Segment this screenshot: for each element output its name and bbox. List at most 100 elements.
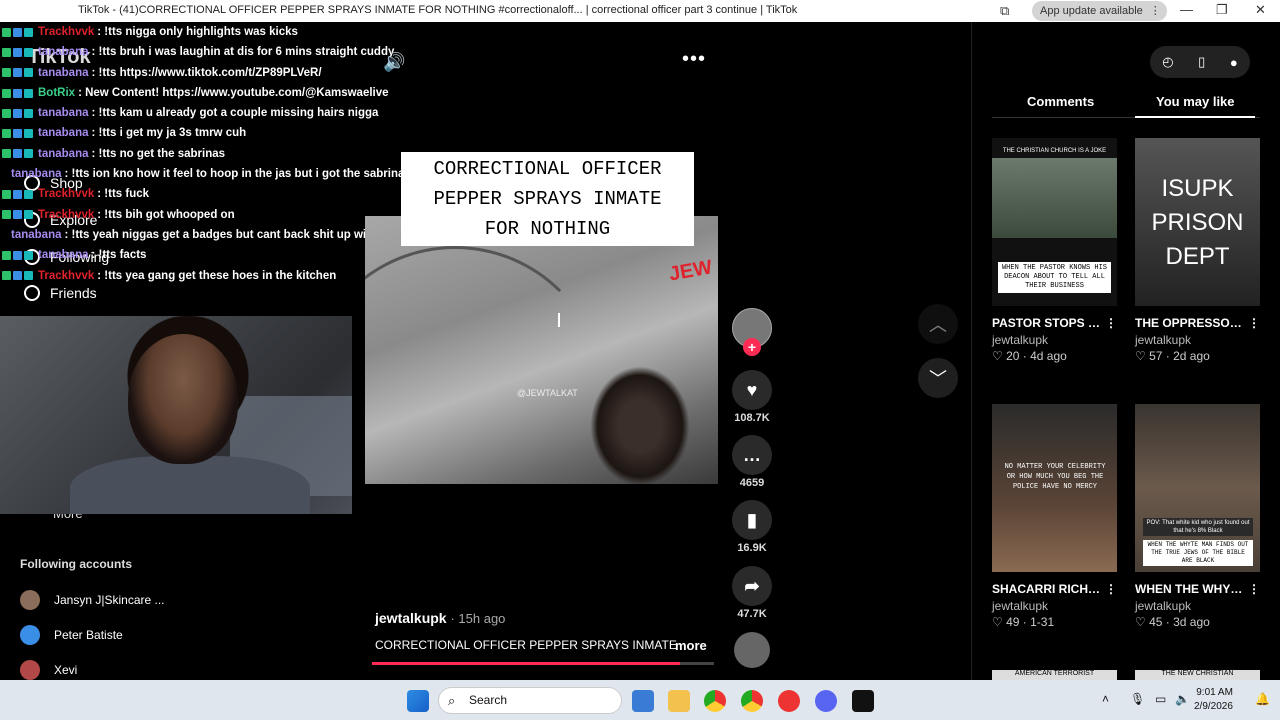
extensions-icon[interactable]: ⧉ bbox=[1000, 3, 1009, 19]
tiktok-taskbar-icon[interactable] bbox=[852, 690, 874, 712]
share-button[interactable]: ➦ 47.7K bbox=[730, 566, 774, 620]
card-author[interactable]: jewtalkupk bbox=[1135, 599, 1260, 613]
video-player[interactable]: 2024-03-39 08:42:50 JEW @JEWTALKAT bbox=[365, 216, 718, 484]
card-title: SHACARRI RICHARDSON...⋮ bbox=[992, 580, 1117, 598]
caption-line: CORRECTIONAL OFFICER bbox=[433, 158, 662, 180]
chat-message: Trackhvvk: !tts yea gang get these hoes … bbox=[2, 266, 422, 286]
close-button[interactable]: ✕ bbox=[1255, 2, 1266, 18]
chat-username: Trackhvvk bbox=[38, 26, 95, 38]
menu-dots-icon[interactable]: ⋮ bbox=[1150, 1, 1161, 21]
next-video-button[interactable]: ﹀ bbox=[918, 358, 958, 398]
card-author[interactable]: jewtalkupk bbox=[992, 599, 1117, 613]
discord-icon[interactable] bbox=[815, 690, 837, 712]
timer-icon[interactable]: ◴ bbox=[1162, 54, 1173, 70]
nav-friends[interactable]: Friends bbox=[24, 285, 97, 301]
chat-badge-icon bbox=[24, 68, 33, 78]
next-card-peek[interactable]: THE NEW CHRISTIAN bbox=[1135, 670, 1260, 680]
video-author[interactable]: jewtalkupk · 15h ago bbox=[375, 610, 505, 626]
clock-time: 9:01 AM bbox=[1196, 687, 1233, 698]
chat-badge-icon bbox=[24, 129, 33, 139]
chat-username: tanabana bbox=[11, 168, 62, 181]
thumb-subtext: WHEN THE WHYTE MAN FINDS OUT THE TRUE JE… bbox=[1143, 540, 1253, 566]
thumb-text: POV: That white kid who just found out t… bbox=[1143, 518, 1253, 536]
maximize-button[interactable]: ❐ bbox=[1216, 2, 1228, 18]
sound-avatar[interactable] bbox=[734, 632, 770, 668]
follow-plus-button[interactable]: + bbox=[743, 338, 761, 356]
profile-avatar[interactable]: ● bbox=[1230, 55, 1238, 70]
chat-badge-icon bbox=[24, 271, 33, 281]
following-account[interactable]: Peter Batiste bbox=[20, 625, 123, 645]
chat-badge-icon bbox=[24, 27, 33, 37]
description-more-button[interactable]: more bbox=[675, 638, 707, 653]
save-button[interactable]: ▮ 16.9K bbox=[730, 500, 774, 554]
phone-icon[interactable]: ▯ bbox=[1198, 54, 1205, 70]
video-caption: CORRECTIONAL OFFICER PEPPER SPRAYS INMAT… bbox=[401, 152, 694, 246]
chat-badge-icon bbox=[13, 149, 22, 159]
chrome-icon[interactable] bbox=[704, 690, 726, 712]
next-card-peek[interactable]: AMERICAN TERRORIST bbox=[992, 670, 1117, 680]
kebab-icon[interactable]: ⋮ bbox=[1248, 580, 1260, 598]
video-thumbnail: POV: That white kid who just found out t… bbox=[1135, 404, 1260, 572]
comment-button[interactable]: … 4659 bbox=[730, 435, 774, 489]
card-meta: ♡ 20 · 4d ago bbox=[992, 349, 1067, 363]
app-update-button[interactable]: App update available ⋮ bbox=[1032, 1, 1167, 21]
file-explorer-icon[interactable] bbox=[668, 690, 690, 712]
chrome-profile-icon[interactable] bbox=[741, 690, 763, 712]
kebab-icon[interactable]: ⋮ bbox=[1248, 314, 1260, 332]
chat-text: : !tts https://www.tiktok.com/t/ZP89PLVe… bbox=[91, 66, 322, 79]
video-frame-arc bbox=[365, 246, 605, 484]
like-count: 108.7K bbox=[734, 412, 770, 424]
tab-you-may-like[interactable]: You may like bbox=[1156, 94, 1235, 109]
taskbar-search-label: Search bbox=[469, 693, 508, 707]
mouse-cursor bbox=[558, 313, 568, 327]
author-name[interactable]: jewtalkupk bbox=[375, 610, 447, 626]
streamer-face bbox=[128, 334, 238, 464]
chevron-down-icon: ﹀ bbox=[929, 369, 947, 389]
following-account[interactable]: Jansyn J|Skincare ... bbox=[20, 590, 165, 610]
suggested-video-card[interactable]: THE CHRISTIAN CHURCH IS A JOKE WHEN THE … bbox=[992, 138, 1117, 363]
tab-comments[interactable]: Comments bbox=[1027, 94, 1094, 109]
chat-username: Trackhvvk bbox=[38, 188, 95, 201]
browser-titlebar: TikTok - (41)CORRECTIONAL OFFICER PEPPER… bbox=[0, 0, 1280, 22]
video-brand-logo: JEW bbox=[667, 256, 714, 286]
video-watermark: @JEWTALKAT bbox=[517, 388, 578, 398]
taskbar-search[interactable]: ⌕ Search bbox=[438, 687, 622, 714]
speaker-icon[interactable]: 🔈 bbox=[1175, 692, 1190, 706]
suggested-video-card[interactable]: POV: That white kid who just found out t… bbox=[1135, 404, 1260, 629]
previous-video-button[interactable]: ︿ bbox=[918, 304, 958, 344]
like-button[interactable]: ♥ 108.7K bbox=[730, 370, 774, 424]
chat-message: tanabana: !tts yeah niggas get a badges … bbox=[2, 225, 450, 245]
avatar bbox=[20, 660, 40, 680]
chat-message: tanabana: !tts https://www.tiktok.com/t/… bbox=[2, 63, 422, 83]
chat-username: tanabana bbox=[38, 127, 89, 140]
avatar bbox=[20, 625, 40, 645]
card-author[interactable]: jewtalkupk bbox=[992, 333, 1117, 347]
microphone-icon[interactable]: 🎙 bbox=[1130, 692, 1145, 706]
card-author[interactable]: jewtalkupk bbox=[1135, 333, 1260, 347]
card-meta: ♡ 45 · 3d ago bbox=[1135, 615, 1210, 629]
recording-app-icon[interactable] bbox=[778, 690, 800, 712]
chat-message: Trackhvvk: !tts fuck bbox=[2, 184, 422, 204]
volume-icon[interactable]: 🔊 bbox=[383, 52, 405, 73]
chat-badge-icon bbox=[13, 271, 22, 281]
kebab-icon[interactable]: ⋮ bbox=[1105, 314, 1117, 332]
account-name: Jansyn J|Skincare ... bbox=[54, 593, 165, 607]
card-meta: ♡ 57 · 2d ago bbox=[1135, 349, 1210, 363]
suggested-video-card[interactable]: NO MATTER YOUR CELEBRITY OR HOW MUCH YOU… bbox=[992, 404, 1117, 629]
suggested-video-card[interactable]: ISUPK PRISON DEPT THE OPPRESSORS JUDICIA… bbox=[1135, 138, 1260, 363]
network-icon[interactable]: ▭ bbox=[1155, 692, 1166, 706]
windows-start-icon[interactable] bbox=[407, 690, 429, 712]
kebab-icon[interactable]: ⋮ bbox=[1105, 580, 1117, 598]
following-account[interactable]: Xevi bbox=[20, 660, 77, 680]
chevron-up-icon[interactable]: ˄ bbox=[1102, 692, 1109, 706]
chat-message: tanabana: !tts no get the sabrinas bbox=[2, 144, 422, 164]
more-options-icon[interactable]: ••• bbox=[682, 48, 706, 71]
chat-badge-icon bbox=[2, 149, 11, 159]
minimize-button[interactable]: — bbox=[1180, 2, 1193, 17]
chat-badge-icon bbox=[13, 68, 22, 78]
video-progress-bar[interactable] bbox=[372, 662, 714, 665]
system-clock[interactable]: 9:01 AM 2/9/2026 bbox=[1194, 686, 1233, 714]
store-icon[interactable] bbox=[632, 690, 654, 712]
chat-text: : !tts bih got whooped on bbox=[97, 208, 235, 221]
notification-bell-icon[interactable]: 🔔 bbox=[1255, 692, 1270, 706]
